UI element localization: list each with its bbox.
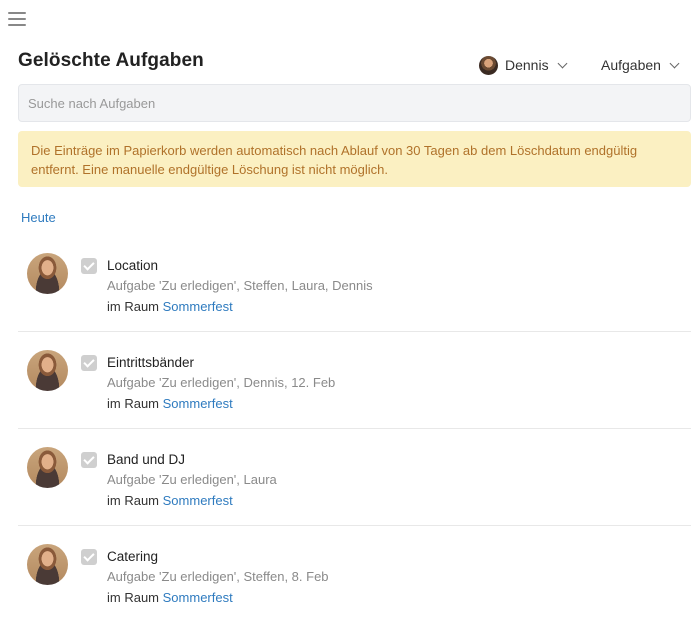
user-filter-dropdown[interactable]: Dennis <box>479 55 568 75</box>
avatar <box>27 350 68 391</box>
type-filter-dropdown[interactable]: Aufgaben <box>601 55 680 75</box>
room-prefix: im Raum <box>107 493 160 508</box>
user-avatar <box>479 55 498 75</box>
room-prefix: im Raum <box>107 590 160 605</box>
list-item[interactable]: Location Aufgabe 'Zu erledigen', Steffen… <box>18 235 691 332</box>
task-title[interactable]: Catering <box>107 549 158 564</box>
list-item[interactable]: Catering Aufgabe 'Zu erledigen', Steffen… <box>18 526 691 620</box>
type-filter-label: Aufgaben <box>601 57 661 73</box>
avatar <box>27 544 68 585</box>
task-meta: Aufgabe 'Zu erledigen', Laura <box>107 472 277 487</box>
room-link[interactable]: Sommerfest <box>163 590 233 605</box>
group-label-today[interactable]: Heute <box>21 210 56 225</box>
task-meta: Aufgabe 'Zu erledigen', Dennis, 12. Feb <box>107 375 336 390</box>
avatar <box>27 253 68 294</box>
checkbox-checked-icon[interactable] <box>81 452 97 468</box>
checkbox-checked-icon[interactable] <box>81 258 97 274</box>
avatar <box>27 447 68 488</box>
task-room: im Raum Sommerfest <box>107 590 233 605</box>
chevron-down-icon <box>669 58 680 68</box>
user-filter-label: Dennis <box>505 57 549 73</box>
room-link[interactable]: Sommerfest <box>163 493 233 508</box>
room-link[interactable]: Sommerfest <box>163 299 233 314</box>
checkbox-checked-icon[interactable] <box>81 549 97 565</box>
deleted-task-list: Location Aufgabe 'Zu erledigen', Steffen… <box>18 235 691 620</box>
trash-notice: Die Einträge im Papierkorb werden automa… <box>18 131 691 187</box>
task-meta: Aufgabe 'Zu erledigen', Steffen, Laura, … <box>107 278 373 293</box>
task-title[interactable]: Location <box>107 258 158 273</box>
task-title[interactable]: Eintrittsbänder <box>107 355 194 370</box>
task-title[interactable]: Band und DJ <box>107 452 185 467</box>
hamburger-menu-icon[interactable] <box>8 12 26 28</box>
room-link[interactable]: Sommerfest <box>163 396 233 411</box>
task-room: im Raum Sommerfest <box>107 493 233 508</box>
list-item[interactable]: Band und DJ Aufgabe 'Zu erledigen', Laur… <box>18 429 691 526</box>
page-title: Gelöschte Aufgaben <box>18 50 204 71</box>
checkbox-checked-icon[interactable] <box>81 355 97 371</box>
task-meta: Aufgabe 'Zu erledigen', Steffen, 8. Feb <box>107 569 329 584</box>
room-prefix: im Raum <box>107 299 160 314</box>
task-room: im Raum Sommerfest <box>107 396 233 411</box>
room-prefix: im Raum <box>107 396 160 411</box>
task-room: im Raum Sommerfest <box>107 299 233 314</box>
list-item[interactable]: Eintrittsbänder Aufgabe 'Zu erledigen', … <box>18 332 691 429</box>
search-input[interactable] <box>18 84 691 122</box>
chevron-down-icon <box>557 58 568 68</box>
